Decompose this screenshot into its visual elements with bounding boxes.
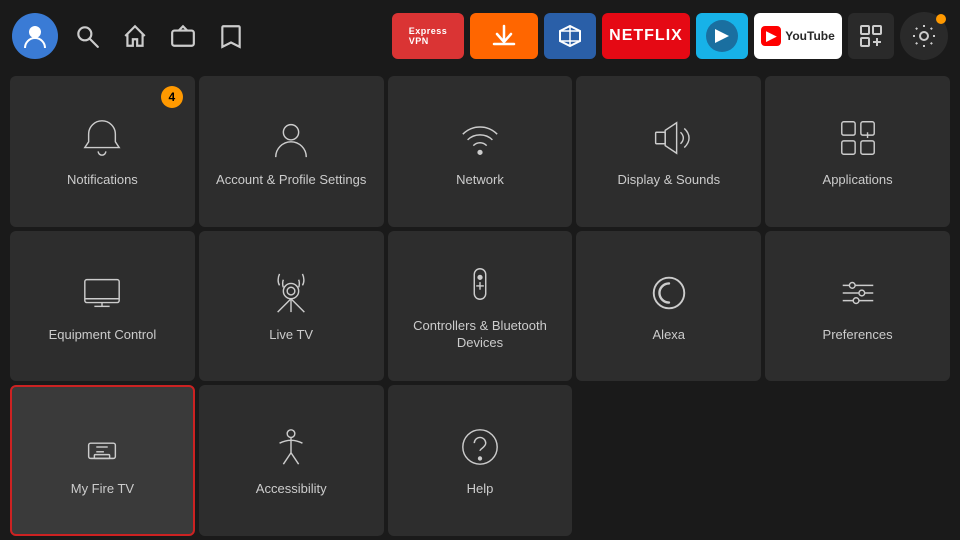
antenna-icon <box>267 269 315 317</box>
tile-applications-label: Applications <box>823 172 893 189</box>
tile-controllers-label: Controllers & Bluetooth Devices <box>398 318 563 352</box>
watchlist-nav-icon[interactable] <box>212 17 250 55</box>
kodi-btn[interactable] <box>696 13 748 59</box>
accessibility-icon <box>267 423 315 471</box>
expressvpn-btn[interactable]: ExpressVPN <box>392 13 464 59</box>
app-shortcuts: ExpressVPN NETFLIX <box>392 12 948 60</box>
tile-account-profile[interactable]: Account & Profile Settings <box>199 76 384 227</box>
tile-equipment-control[interactable]: Equipment Control <box>10 231 195 382</box>
help-icon <box>456 423 504 471</box>
settings-grid: 4 Notifications Account & Profile Settin… <box>0 72 960 540</box>
tile-accessibility-label: Accessibility <box>256 481 327 498</box>
tile-accessibility[interactable]: Accessibility <box>199 385 384 536</box>
tile-alexa-label: Alexa <box>653 327 686 344</box>
tile-help-label: Help <box>467 481 494 498</box>
sliders-icon <box>834 269 882 317</box>
topbar: ExpressVPN NETFLIX <box>0 0 960 72</box>
avatar-icon[interactable] <box>12 13 58 59</box>
monitor-icon <box>78 269 126 317</box>
settings-btn[interactable] <box>900 12 948 60</box>
person-icon <box>267 114 315 162</box>
tile-display-sounds[interactable]: Display & Sounds <box>576 76 761 227</box>
tile-live-tv-label: Live TV <box>269 327 313 344</box>
tile-notifications[interactable]: 4 Notifications <box>10 76 195 227</box>
tile-network[interactable]: Network <box>388 76 573 227</box>
bell-icon <box>78 114 126 162</box>
downloader-btn[interactable] <box>470 13 538 59</box>
tile-my-fire-tv-label: My Fire TV <box>71 481 134 498</box>
tile-live-tv[interactable]: Live TV <box>199 231 384 382</box>
tile-equipment-label: Equipment Control <box>49 327 157 344</box>
livetv-nav-icon[interactable] <box>164 17 202 55</box>
netflix-btn[interactable]: NETFLIX <box>602 13 690 59</box>
home-nav-icon[interactable] <box>116 17 154 55</box>
notifications-badge: 4 <box>161 86 183 108</box>
tile-help[interactable]: Help <box>388 385 573 536</box>
topbar-left <box>12 13 250 59</box>
generic-app-btn[interactable] <box>544 13 596 59</box>
wifi-icon <box>456 114 504 162</box>
youtube-btn[interactable]: ▶ YouTube <box>754 13 842 59</box>
search-nav-icon[interactable] <box>68 17 106 55</box>
youtube-play-icon: ▶ <box>761 26 781 46</box>
tile-applications[interactable]: Applications <box>765 76 950 227</box>
grid-apps-btn[interactable] <box>848 13 894 59</box>
tile-my-fire-tv[interactable]: My Fire TV <box>10 385 195 536</box>
firetv-icon <box>78 423 126 471</box>
tile-account-label: Account & Profile Settings <box>216 172 366 189</box>
tile-display-sounds-label: Display & Sounds <box>617 172 720 189</box>
tile-preferences-label: Preferences <box>823 327 893 344</box>
remote-icon <box>456 260 504 308</box>
alexa-icon <box>645 269 693 317</box>
tile-network-label: Network <box>456 172 504 189</box>
tile-controllers-bluetooth[interactable]: Controllers & Bluetooth Devices <box>388 231 573 382</box>
apps-icon <box>834 114 882 162</box>
tile-alexa[interactable]: Alexa <box>576 231 761 382</box>
youtube-label: YouTube <box>785 29 835 43</box>
settings-notification-dot <box>936 14 946 24</box>
speaker-icon <box>645 114 693 162</box>
tile-notifications-label: Notifications <box>67 172 138 189</box>
tile-preferences[interactable]: Preferences <box>765 231 950 382</box>
